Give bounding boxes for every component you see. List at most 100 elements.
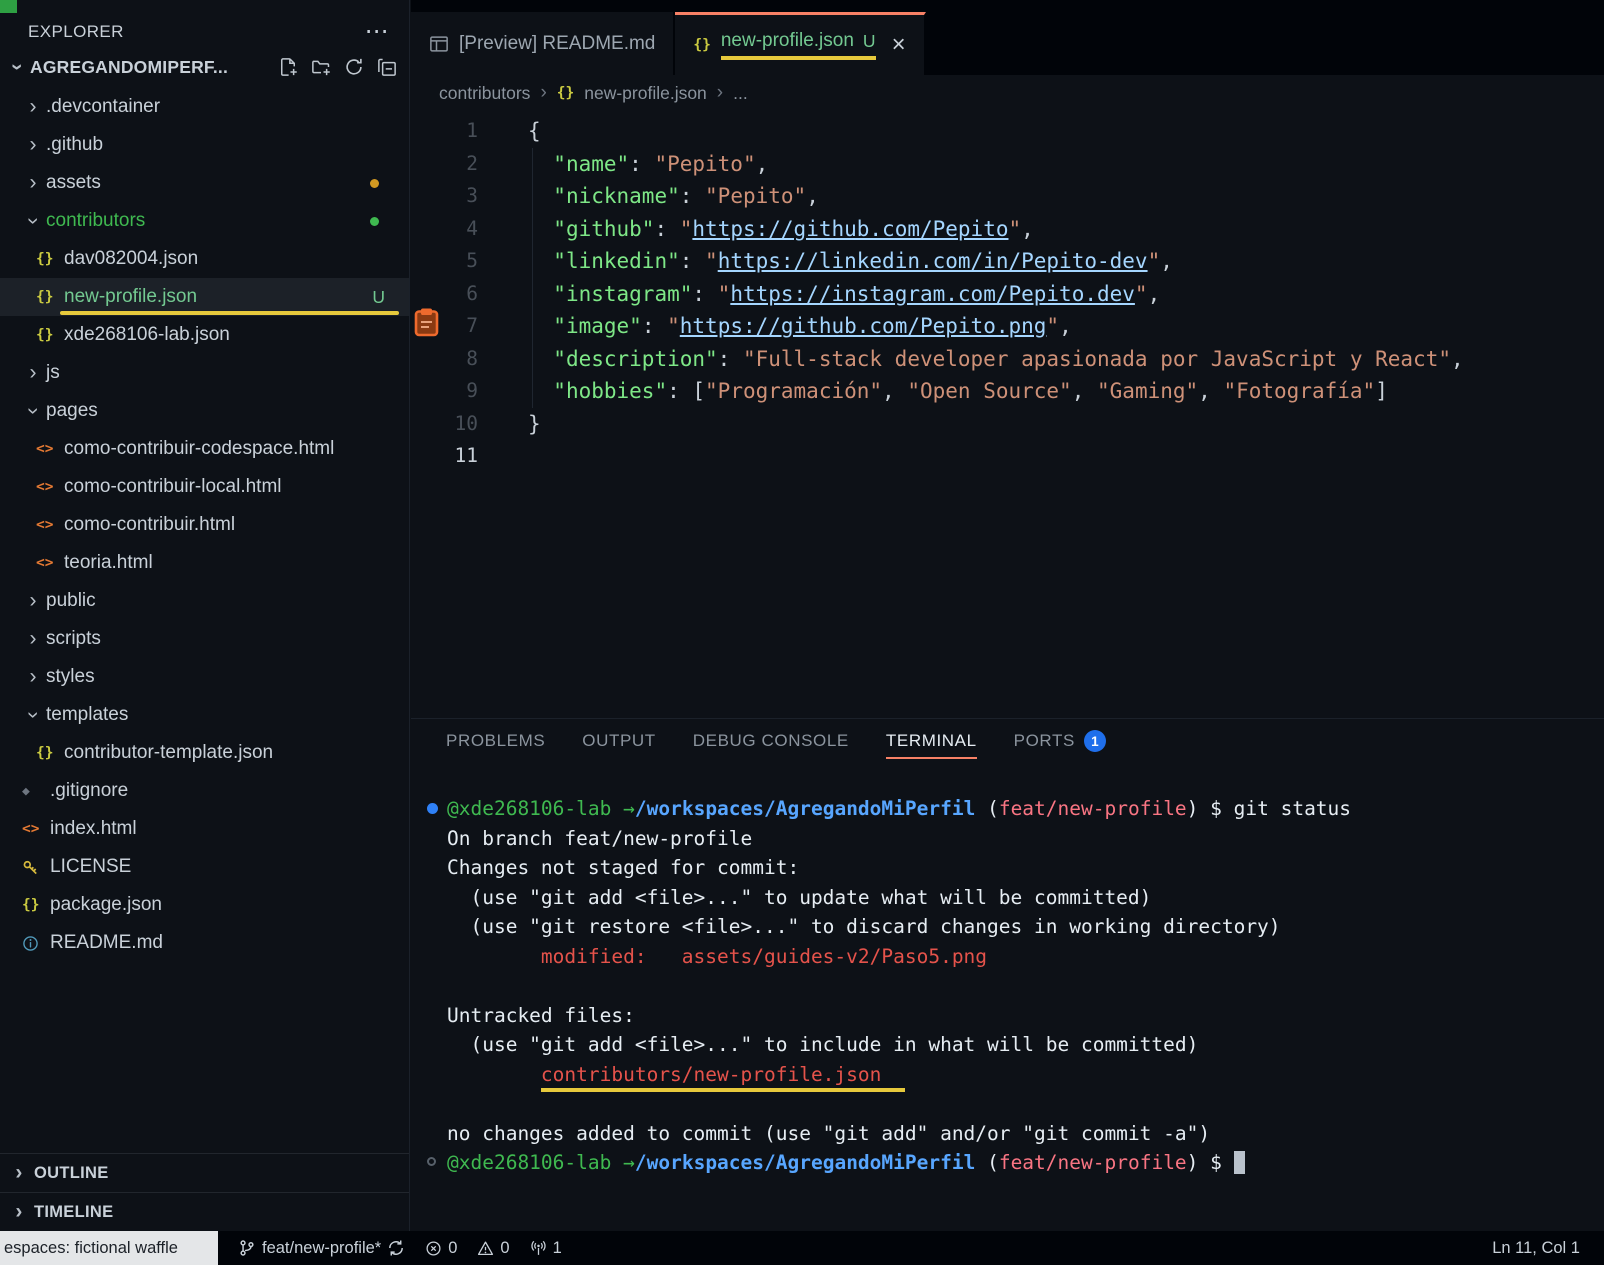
ports-indicator[interactable]: 1 [530, 1239, 562, 1258]
tree-item-como-contribuir-local.html[interactable]: como-contribuir-local.html [0, 468, 409, 506]
json-file-icon [693, 37, 710, 53]
line-content: "instagram": "https://instagram.com/Pepi… [478, 278, 1160, 311]
tab-debug-console[interactable]: DEBUG CONSOLE [693, 731, 849, 759]
tree-item-public[interactable]: public [0, 582, 409, 620]
codespaces-remote-badge[interactable]: espaces: fictional waffle [0, 1231, 218, 1265]
code-line-2[interactable]: 2 "name": "Pepito", [411, 148, 1604, 181]
project-name: AGREGANDOMIPERF... [30, 57, 228, 78]
code-line-7[interactable]: 7 "image": "https://github.com/Pepito.pn… [411, 310, 1604, 343]
panel-tab-label: TERMINAL [886, 731, 977, 751]
panel-tab-label: OUTPUT [582, 731, 655, 751]
more-actions-icon[interactable] [365, 27, 389, 37]
tab-output[interactable]: OUTPUT [582, 731, 655, 759]
tree-item-package.json[interactable]: package.json [0, 886, 409, 924]
tree-item-como-contribuir.html[interactable]: como-contribuir.html [0, 506, 409, 544]
tree-item-como-contribuir-codespace.html[interactable]: como-contribuir-codespace.html [0, 430, 409, 468]
line-content: "linkedin": "https://linkedin.com/in/Pep… [478, 245, 1173, 278]
tree-item-scripts[interactable]: scripts [0, 620, 409, 658]
tree-item-.github[interactable]: .github [0, 126, 409, 164]
error-count: 0 [448, 1239, 457, 1258]
tree-item-.devcontainer[interactable]: .devcontainer [0, 88, 409, 126]
code-line-3[interactable]: 3 "nickname": "Pepito", [411, 180, 1604, 213]
file-tree: .devcontainer .githubassetscontributors da… [0, 88, 409, 962]
code-line-1[interactable]: 1{ [411, 115, 1604, 148]
terminal[interactable]: @xde268106-lab →/workspaces/AgregandoMiP… [411, 771, 1604, 1178]
outline-section[interactable]: OUTLINE [0, 1153, 409, 1192]
code-line-4[interactable]: 4 "github": "https://github.com/Pepito", [411, 213, 1604, 246]
code-line-11[interactable]: 11 [411, 440, 1604, 473]
html-file-icon [36, 441, 62, 457]
license-file-icon [22, 859, 48, 876]
tree-item-README.md[interactable]: README.md [0, 924, 409, 962]
error-icon [425, 1240, 442, 1257]
tree-item-assets[interactable]: assets [0, 164, 409, 202]
terminal-line-5: (use "git restore <file>..." to discard … [427, 912, 1604, 942]
tree-item-label: como-contribuir.html [64, 514, 235, 536]
tree-item-label: .gitignore [50, 780, 128, 802]
tree-item-label: README.md [50, 932, 163, 954]
cursor-position[interactable]: Ln 11, Col 1 [1492, 1239, 1580, 1258]
breadcrumb-symbol[interactable]: ... [733, 83, 748, 104]
tree-item-xde268106-lab.json[interactable]: xde268106-lab.json [0, 316, 409, 354]
tab-preview-readme[interactable]: [Preview] README.md [411, 12, 675, 75]
tree-item-contributors[interactable]: contributors [0, 202, 409, 240]
terminal-line-13: @xde268106-lab →/workspaces/AgregandoMiP… [427, 1148, 1604, 1178]
sync-changes-icon[interactable] [387, 1239, 405, 1257]
branch-indicator[interactable]: feat/new-profile* [238, 1239, 405, 1258]
tree-item-pages[interactable]: pages [0, 392, 409, 430]
terminal-line-8: Untracked files: [427, 1001, 1604, 1031]
new-folder-icon[interactable] [311, 57, 331, 77]
terminal-line-1: @xde268106-lab →/workspaces/AgregandoMiP… [427, 794, 1604, 824]
chevron-down-icon [5, 56, 29, 78]
close-icon[interactable] [892, 36, 906, 54]
chevron-right-icon [22, 627, 44, 651]
warning-icon [477, 1240, 494, 1257]
tree-item-templates[interactable]: templates [0, 696, 409, 734]
project-root-row[interactable]: AGREGANDOMIPERF... [0, 46, 409, 88]
tree-item-LICENSE[interactable]: LICENSE [0, 848, 409, 886]
code-line-10[interactable]: 10} [411, 408, 1604, 441]
tree-item-js[interactable]: js [0, 354, 409, 392]
code-line-9[interactable]: 9 "hobbies": ["Programación", "Open Sour… [411, 375, 1604, 408]
tab-problems[interactable]: PROBLEMS [446, 731, 545, 759]
tree-item-label: LICENSE [50, 856, 131, 878]
code-editor[interactable]: 1{2 "name": "Pepito",3 "nickname": "Pepi… [411, 111, 1604, 718]
json-file-icon [22, 897, 48, 913]
tab-label: new-profile.json [721, 30, 854, 52]
tree-item-label: dav082004.json [64, 248, 198, 270]
panel-tabs: PROBLEMS OUTPUT DEBUG CONSOLE TERMINAL P… [411, 719, 1604, 771]
tree-item-styles[interactable]: styles [0, 658, 409, 696]
tree-item-dav082004.json[interactable]: dav082004.json [0, 240, 409, 278]
chevron-down-icon [21, 210, 45, 232]
chevron-right-icon [22, 589, 44, 613]
tree-item-index.html[interactable]: index.html [0, 810, 409, 848]
terminal-line-12: no changes added to commit (use "git add… [427, 1119, 1604, 1149]
tab-terminal[interactable]: TERMINAL [886, 731, 977, 759]
code-line-8[interactable]: 8 "description": "Full-stack developer a… [411, 343, 1604, 376]
line-number: 6 [411, 278, 478, 311]
breadcrumb-file[interactable]: new-profile.json [584, 83, 707, 104]
tree-item-label: .devcontainer [46, 96, 160, 118]
new-file-icon[interactable] [278, 57, 298, 77]
refresh-icon[interactable] [344, 57, 364, 77]
json-file-icon [36, 745, 62, 761]
line-content: "nickname": "Pepito", [478, 180, 819, 213]
breadcrumb-folder[interactable]: contributors [439, 83, 530, 104]
timeline-section[interactable]: TIMELINE [0, 1192, 409, 1231]
tree-item-.gitignore[interactable]: .gitignore [0, 772, 409, 810]
tree-item-label: templates [46, 704, 128, 726]
tab-new-profile-json[interactable]: new-profile.json U [675, 12, 925, 75]
code-line-6[interactable]: 6 "instagram": "https://instagram.com/Pe… [411, 278, 1604, 311]
tab-ports[interactable]: PORTS 1 [1014, 730, 1106, 760]
problems-indicator[interactable]: 0 0 [425, 1239, 509, 1258]
chevron-down-icon [21, 704, 45, 726]
clipboard-icon [414, 308, 439, 337]
tree-item-contributor-template.json[interactable]: contributor-template.json [0, 734, 409, 772]
code-line-5[interactable]: 5 "linkedin": "https://linkedin.com/in/P… [411, 245, 1604, 278]
line-number: 10 [411, 408, 478, 441]
tree-item-teoria.html[interactable]: teoria.html [0, 544, 409, 582]
editor-tabs: [Preview] README.md new-profile.json U [411, 0, 1604, 75]
indent-guide [532, 148, 533, 408]
tree-item-new-profile.json[interactable]: new-profile.jsonU [0, 278, 409, 316]
collapse-all-icon[interactable] [377, 57, 397, 77]
